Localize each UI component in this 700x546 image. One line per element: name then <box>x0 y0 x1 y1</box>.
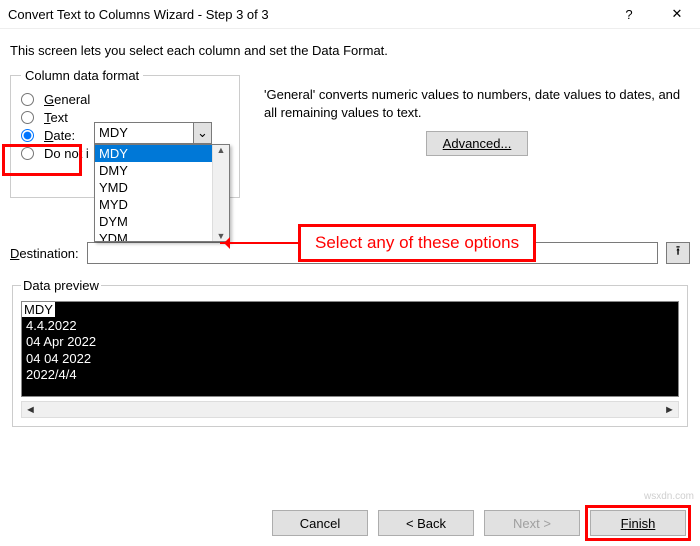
date-format-combo[interactable]: MDY ⌄ <box>94 122 212 144</box>
preview-row: 2022/4/4 <box>26 367 674 383</box>
finish-button[interactable]: Finish <box>590 510 686 536</box>
radio-text[interactable] <box>21 111 34 124</box>
annotation-text: Select any of these options <box>298 224 536 262</box>
next-button: Next > <box>484 510 580 536</box>
preview-row: 04 Apr 2022 <box>26 334 674 350</box>
option-ymd[interactable]: YMD <box>95 179 229 196</box>
arrow-icon <box>220 242 298 244</box>
data-preview-group: Data preview MDY 4.4.2022 04 Apr 2022 04… <box>12 278 688 427</box>
chevron-down-icon[interactable]: ⌄ <box>193 123 211 143</box>
preview-legend: Data preview <box>21 278 101 293</box>
date-format-value: MDY <box>95 123 193 143</box>
radio-date-label: Date: <box>44 128 75 143</box>
radio-text-label: Text <box>44 110 68 125</box>
destination-label: Destination: <box>10 246 79 261</box>
option-mdy[interactable]: MDY <box>95 145 229 162</box>
preview-column-header: MDY <box>22 302 55 318</box>
collapse-dialog-icon[interactable]: ⭱ <box>666 242 690 264</box>
preview-row: 4.4.2022 <box>26 318 674 334</box>
option-dym[interactable]: DYM <box>95 213 229 230</box>
window-title: Convert Text to Columns Wizard - Step 3 … <box>8 7 269 22</box>
radio-date[interactable] <box>21 129 34 142</box>
radio-general[interactable] <box>21 93 34 106</box>
annotation-callout: Select any of these options <box>220 224 536 262</box>
horizontal-scrollbar[interactable]: ◄ ► <box>21 401 679 418</box>
data-preview: MDY 4.4.2022 04 Apr 2022 04 04 2022 2022… <box>21 301 679 397</box>
preview-row: 04 04 2022 <box>26 351 674 367</box>
date-format-dropdown: MDY DMY YMD MYD DYM YDM ▲ ▼ <box>94 144 230 242</box>
wizard-description: This screen lets you select each column … <box>10 43 690 58</box>
advanced-button[interactable]: Advanced... <box>426 131 529 156</box>
watermark: wsxdn.com <box>644 491 694 502</box>
cancel-button[interactable]: Cancel <box>272 510 368 536</box>
format-legend: Column data format <box>21 68 143 83</box>
scroll-left-icon[interactable]: ◄ <box>22 404 39 416</box>
scroll-up-icon[interactable]: ▲ <box>217 145 226 155</box>
back-button[interactable]: < Back <box>378 510 474 536</box>
help-icon[interactable]: ? <box>614 7 644 22</box>
radio-general-label: General <box>44 92 90 107</box>
option-dmy[interactable]: DMY <box>95 162 229 179</box>
radio-skip-label: Do not i <box>44 146 89 161</box>
option-myd[interactable]: MYD <box>95 196 229 213</box>
scroll-right-icon[interactable]: ► <box>661 404 678 416</box>
option-ydm[interactable]: YDM <box>95 230 229 241</box>
format-explanation: 'General' converts numeric values to num… <box>264 86 690 121</box>
close-icon[interactable]: ✕ <box>662 6 692 22</box>
radio-skip[interactable] <box>21 147 34 160</box>
